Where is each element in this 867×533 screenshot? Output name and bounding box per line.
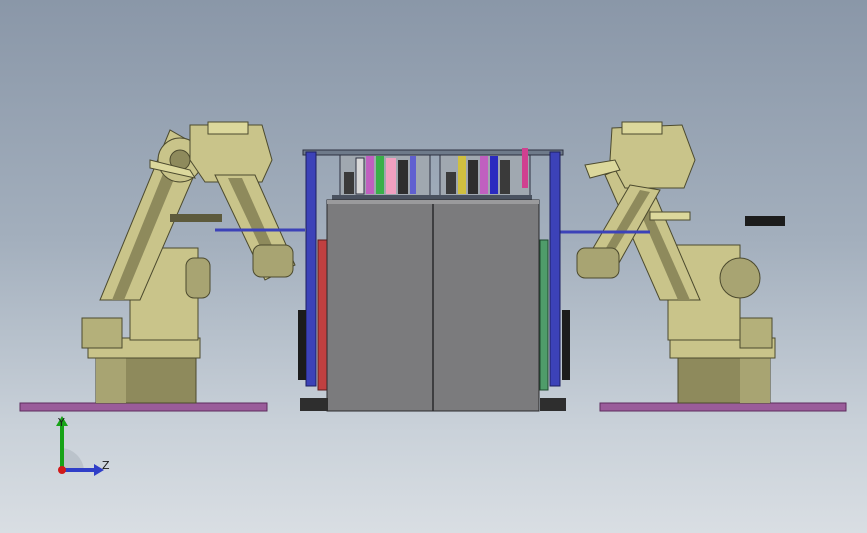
y-axis-label: Y: [57, 416, 65, 429]
cabinet-top-edge: [327, 200, 539, 204]
left-housing-top: [207, 121, 249, 135]
right-turret-motor: [719, 257, 761, 299]
triad-quadrant: [62, 448, 84, 470]
left-fixture-modules: [339, 154, 431, 198]
detached-tool-part: [745, 216, 785, 226]
station-left-post: [305, 151, 317, 387]
station-left-foot: [300, 398, 328, 411]
right-tool-bar: [649, 211, 691, 221]
left-tool-bar: [170, 214, 222, 222]
right-fixture-modules: [439, 148, 531, 198]
left-robot[interactable]: [19, 121, 305, 412]
center-station[interactable]: [298, 148, 570, 412]
left-base-cable-box: [81, 317, 123, 349]
triad-origin: [58, 466, 66, 474]
station-right-foot: [540, 398, 566, 411]
cad-viewport[interactable]: Y Z: [0, 0, 867, 533]
station-right-cylinder: [562, 310, 570, 380]
right-robot[interactable]: [560, 121, 847, 412]
assembly-scene[interactable]: [0, 0, 867, 533]
right-wrist: [576, 247, 620, 279]
station-right-post: [549, 151, 561, 387]
station-left-cylinder: [298, 310, 306, 380]
left-turret-motor: [185, 257, 211, 299]
right-pedestal-highlight: [740, 356, 770, 403]
station-right-green-post: [539, 239, 549, 391]
right-base-cable-box: [739, 317, 773, 349]
left-pedestal-highlight: [96, 356, 126, 403]
left-wrist: [252, 244, 294, 278]
right-housing-top: [621, 121, 663, 135]
coordinate-triad: Y Z: [56, 416, 110, 476]
right-robot-base-plate: [599, 402, 847, 412]
z-axis-label: Z: [102, 459, 110, 472]
